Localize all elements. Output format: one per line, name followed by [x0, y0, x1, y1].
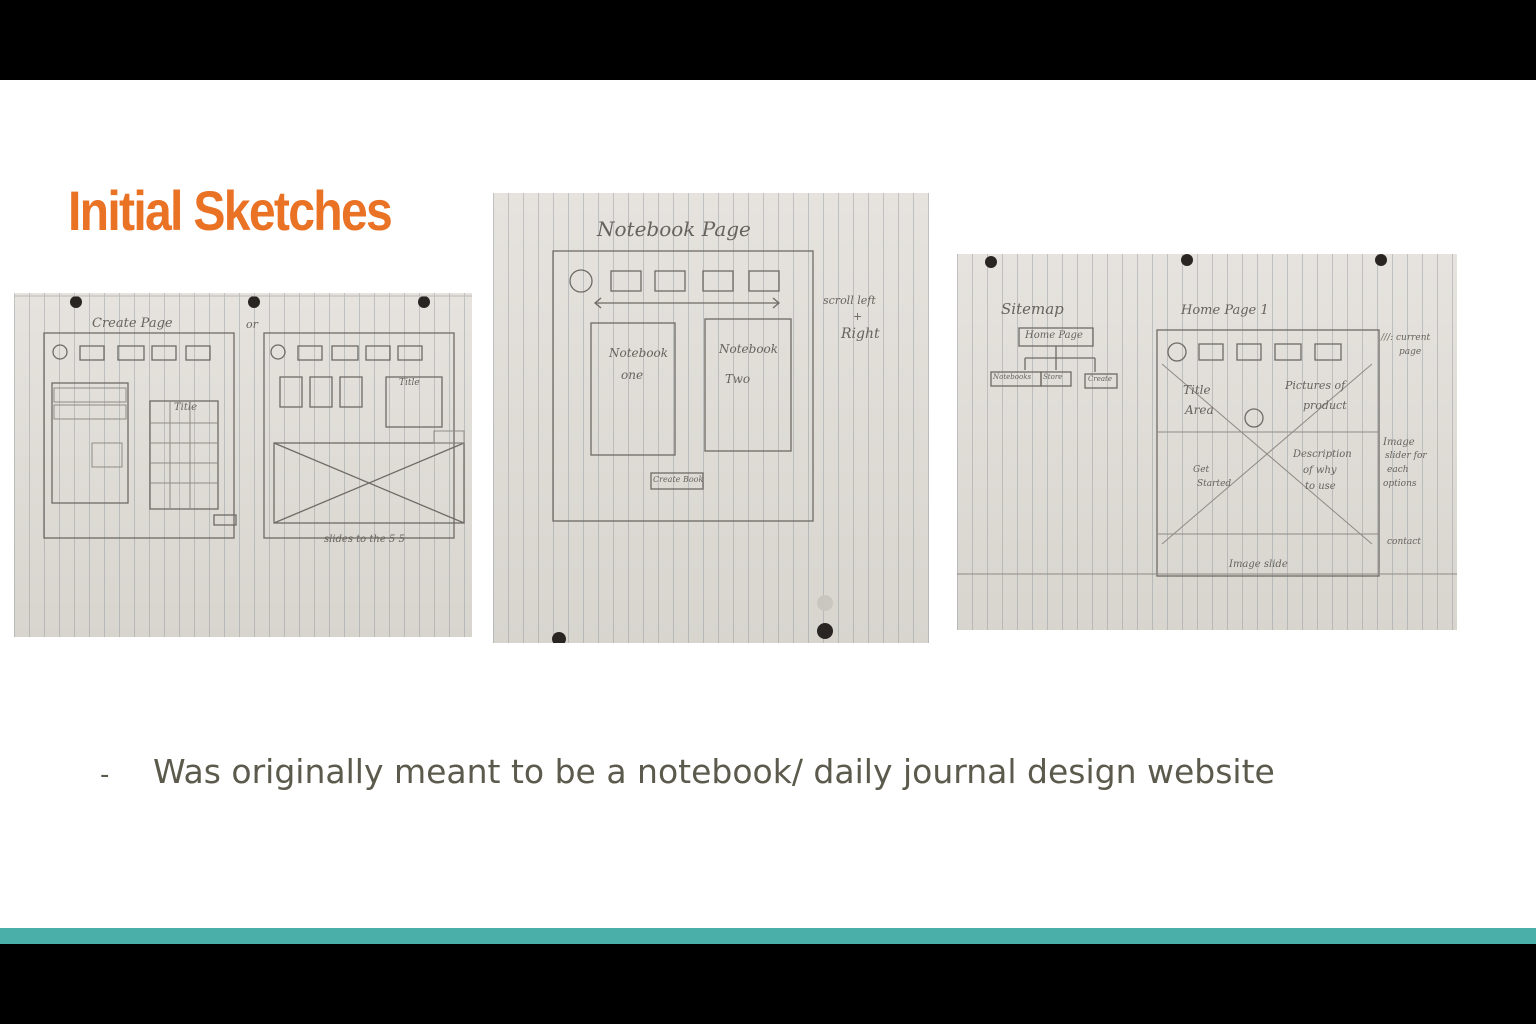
create-page-title-box: Title — [174, 402, 198, 413]
sitemap-child-notebooks: Notebooks — [993, 373, 1032, 381]
description-line-1: Description — [1293, 449, 1352, 460]
sketch-photo-notebook-page: Notebook Page scroll left + Right Notebo… — [493, 193, 929, 643]
sitemap-root: Home Page — [1025, 330, 1083, 341]
slide: Initial Sketches Create Page or Title Ti… — [0, 80, 1536, 944]
title-area-line-1: Title — [1183, 383, 1211, 397]
notebook-one-line-1: Notebook — [609, 346, 669, 360]
create-page-footnote: slides to the 5 5 — [324, 534, 405, 545]
scroll-note-3: Right — [841, 326, 880, 342]
image-slider-line-2: slider for — [1385, 451, 1427, 461]
bullet-marker: - — [100, 760, 110, 790]
notebook-two-line-2: Two — [725, 372, 751, 386]
bullet-item: - Was originally meant to be a notebook/… — [100, 752, 1275, 791]
bullet-text: Was originally meant to be a notebook/ d… — [153, 752, 1275, 791]
sketch-photo-create-page: Create Page or Title Title slides to the… — [14, 293, 472, 637]
notebook-page-drawing — [552, 250, 833, 643]
image-slider-line-3: each — [1387, 465, 1409, 475]
sitemap-heading: Sitemap — [1001, 300, 1064, 318]
footer-accent-bar — [0, 928, 1536, 944]
create-page-drawing — [14, 295, 472, 539]
scroll-note-1: scroll left — [823, 294, 876, 307]
create-page-heading: Create Page — [92, 316, 173, 331]
contact-note: contact — [1387, 537, 1421, 547]
pictures-line-1: Pictures of — [1285, 379, 1346, 392]
get-started-line-2: Started — [1197, 479, 1232, 489]
pictures-line-2: product — [1303, 399, 1347, 412]
image-slide-note: Image slide — [1229, 559, 1288, 570]
notebook-one-line-2: one — [621, 368, 644, 382]
scroll-note-2: + — [853, 310, 863, 323]
image-slider-line-1: Image — [1383, 437, 1415, 448]
create-page-title-right: Title — [399, 378, 420, 388]
create-page-or: or — [246, 318, 258, 331]
sitemap-child-store: Store — [1043, 373, 1063, 381]
current-page-note-1: ///: current — [1381, 333, 1431, 343]
create-book-button: Create Book — [653, 475, 704, 484]
sitemap-child-create: Create — [1088, 375, 1112, 383]
slide-title: Initial Sketches — [68, 179, 393, 242]
get-started-line-1: Get — [1193, 465, 1210, 475]
home-page-heading: Home Page 1 — [1181, 303, 1269, 318]
current-page-note-2: page — [1399, 347, 1422, 357]
notebook-two-line-1: Notebook — [719, 342, 779, 356]
image-slider-line-4: options — [1383, 479, 1417, 489]
title-area-line-2: Area — [1185, 403, 1214, 417]
description-line-3: to use — [1305, 481, 1336, 492]
notebook-page-heading: Notebook Page — [597, 217, 751, 241]
sketch-photo-sitemap-home: Sitemap Home Page Notebooks Store Create… — [957, 254, 1457, 630]
description-line-2: of why — [1303, 465, 1337, 476]
